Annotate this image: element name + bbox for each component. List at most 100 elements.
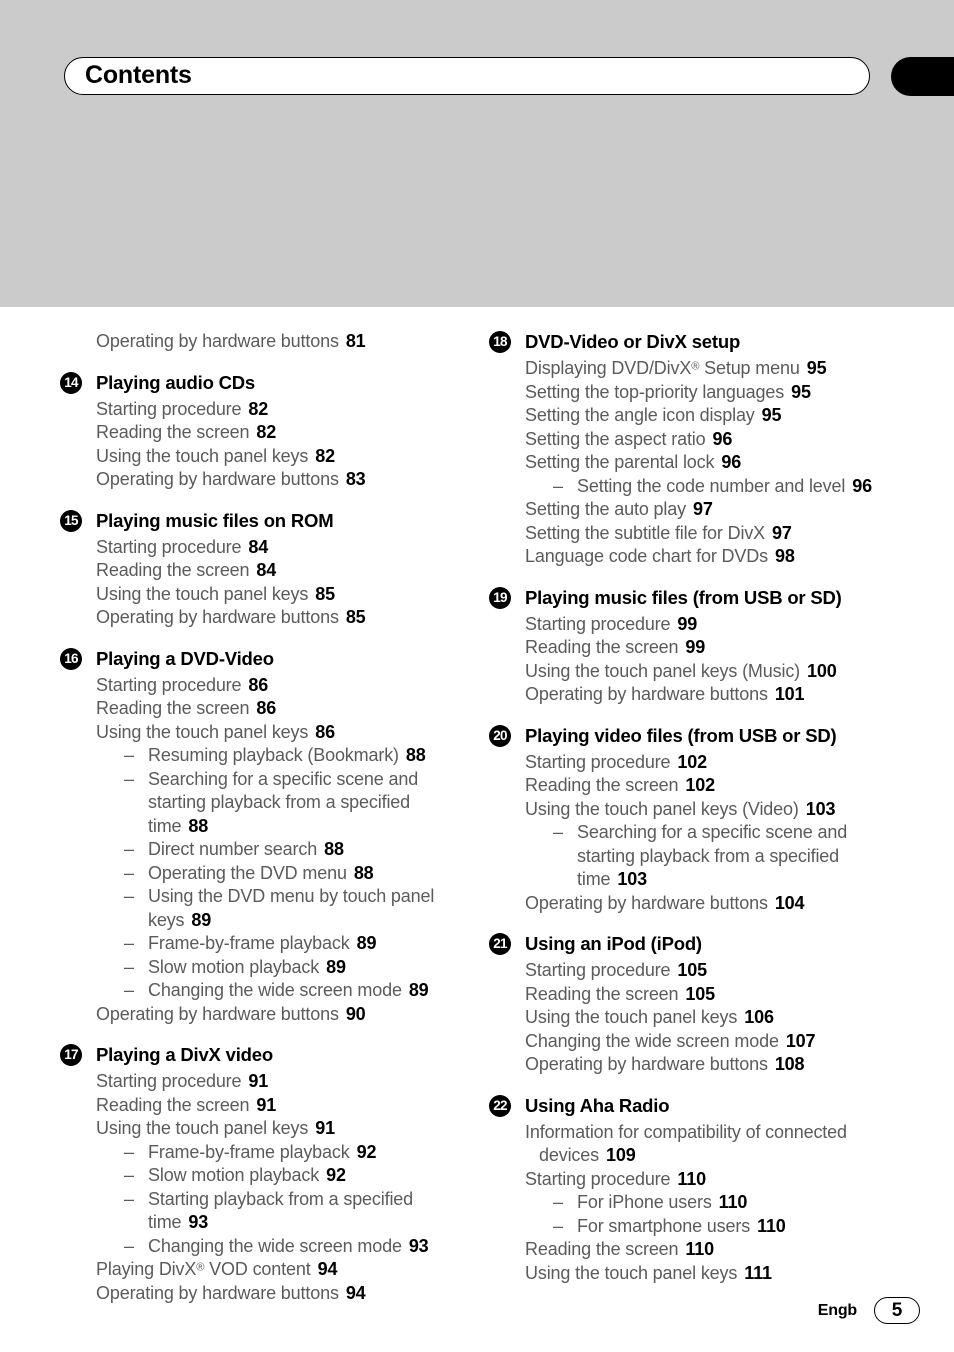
toc-entry[interactable]: Operating by hardware buttons 108 bbox=[525, 1053, 889, 1077]
toc-entry[interactable]: Language code chart for DVDs 98 bbox=[525, 545, 889, 569]
toc-entry[interactable]: Operating by hardware buttons 85 bbox=[96, 606, 460, 630]
toc-entry-label: Direct number search bbox=[148, 839, 318, 859]
toc-subentry[interactable]: – Changing the wide screen mode 89 bbox=[124, 979, 460, 1003]
toc-entry[interactable]: Starting procedure 110 bbox=[525, 1168, 889, 1192]
toc-entry[interactable]: Setting the subtitle file for DivX 97 bbox=[525, 522, 889, 546]
toc-entry[interactable]: Operating by hardware buttons 83 bbox=[96, 468, 460, 492]
toc-entry-label: Reading the screen bbox=[96, 422, 250, 442]
toc-subentry[interactable]: – Using the DVD menu by touch panel keys 8… bbox=[124, 885, 460, 932]
toc-subentry[interactable]: – Slow motion playback 92 bbox=[124, 1164, 460, 1188]
toc-entry-page-number: 93 bbox=[188, 1212, 209, 1232]
toc-subentry[interactable]: – Direct number search 88 bbox=[124, 838, 460, 862]
toc-section-header[interactable]: 15 Playing music files on ROM bbox=[60, 509, 460, 534]
toc-entry[interactable]: Reading the screen 99 bbox=[525, 636, 889, 660]
toc-entry[interactable]: Reading the screen 84 bbox=[96, 559, 460, 583]
toc-entry[interactable]: Setting the aspect ratio 96 bbox=[525, 428, 889, 452]
toc-entry-label: Operating by hardware buttons bbox=[525, 684, 768, 704]
toc-entry[interactable]: Using the touch panel keys 86 bbox=[96, 721, 460, 745]
toc-entry-page-number: 110 bbox=[685, 1239, 714, 1259]
toc-entry[interactable]: Reading the screen 91 bbox=[96, 1094, 460, 1118]
toc-entry[interactable]: Using the touch panel keys 82 bbox=[96, 445, 460, 469]
toc-entry[interactable]: Displaying DVD/DivX® Setup menu 95 bbox=[525, 357, 889, 381]
toc-entry-page-number: 95 bbox=[761, 405, 782, 425]
toc-section-header[interactable]: 18 DVD-Video or DivX setup bbox=[489, 330, 889, 355]
toc-entry[interactable]: Playing DivX® VOD content 94 bbox=[96, 1258, 460, 1282]
toc-entry-page-number: 99 bbox=[685, 637, 706, 657]
toc-entry[interactable]: Using the touch panel keys 111 bbox=[525, 1262, 889, 1286]
toc-entry[interactable]: Changing the wide screen mode 107 bbox=[525, 1030, 889, 1054]
toc-section-header[interactable]: 19 Playing music files (from USB or SD) bbox=[489, 586, 889, 611]
toc-entry[interactable]: Using the touch panel keys 85 bbox=[96, 583, 460, 607]
toc-entry-page-number: 91 bbox=[248, 1071, 269, 1091]
toc-entry-page-number: 110 bbox=[757, 1215, 786, 1236]
toc-entry-label: Displaying DVD/DivX® Setup menu bbox=[525, 358, 800, 378]
toc-subentry[interactable]: – For smartphone users 110 bbox=[553, 1215, 889, 1239]
toc-section-title: DVD-Video or DivX setup bbox=[525, 331, 741, 352]
toc-entry[interactable]: Starting procedure 105 bbox=[525, 959, 889, 983]
toc-entry[interactable]: Using the touch panel keys (Video) 103 bbox=[525, 798, 889, 822]
toc-entry[interactable]: Reading the screen 105 bbox=[525, 983, 889, 1007]
toc-entry[interactable]: Setting the parental lock 96 bbox=[525, 451, 889, 475]
toc-entry[interactable]: Setting the auto play 97 bbox=[525, 498, 889, 522]
toc-entry[interactable]: Using the touch panel keys (Music) 100 bbox=[525, 660, 889, 684]
toc-entry[interactable]: Starting procedure 102 bbox=[525, 751, 889, 775]
toc-entry-page-number: 86 bbox=[256, 698, 277, 718]
toc-entry-page-number: 90 bbox=[345, 1003, 366, 1024]
toc-entry[interactable]: Operating by hardware buttons 90 bbox=[96, 1003, 460, 1027]
toc-section-header[interactable]: 22 Using Aha Radio bbox=[489, 1094, 889, 1119]
toc-entry-page-number: 110 bbox=[718, 1192, 748, 1212]
toc-entry[interactable]: Operating by hardware buttons 104 bbox=[525, 892, 889, 916]
toc-entry[interactable]: Setting the top-priority languages 95 bbox=[525, 381, 889, 405]
toc-section-title: Playing a DVD-Video bbox=[96, 647, 274, 669]
toc-entry-label: Operating by hardware buttons bbox=[96, 1003, 339, 1024]
toc-section-header[interactable]: 14 Playing audio CDs bbox=[60, 371, 460, 396]
toc-subentry[interactable]: – Starting playback from a specified time… bbox=[124, 1188, 460, 1235]
toc-subentry[interactable]: – Slow motion playback 89 bbox=[124, 956, 460, 980]
dash-icon: – bbox=[124, 745, 134, 765]
dash-icon: – bbox=[124, 956, 134, 977]
toc-entry-label: Using the touch panel keys bbox=[96, 721, 309, 742]
toc-entry[interactable]: Starting procedure 84 bbox=[96, 536, 460, 560]
toc-entry[interactable]: Using the touch panel keys 91 bbox=[96, 1117, 460, 1141]
toc-entry-label: Changing the wide screen mode bbox=[525, 1030, 779, 1051]
toc-entry-page-number: 89 bbox=[408, 980, 429, 1000]
toc-subentry[interactable]: – Frame-by-frame playback 92 bbox=[124, 1141, 460, 1165]
toc-subentry[interactable]: – Resuming playback (Bookmark) 88 bbox=[124, 744, 460, 768]
toc-entry-page-number: 99 bbox=[677, 613, 698, 634]
toc-entry-page-number: 81 bbox=[345, 331, 366, 351]
toc-section-title: Playing audio CDs bbox=[96, 371, 256, 393]
toc-entry[interactable]: Reading the screen 110 bbox=[525, 1238, 889, 1262]
toc-entry[interactable]: Setting the angle icon display 95 bbox=[525, 404, 889, 428]
toc-entry-label: Information for compatibility of connect… bbox=[525, 1121, 847, 1166]
toc-entry[interactable]: Starting procedure 86 bbox=[96, 674, 460, 698]
toc-entry-label: Setting the top-priority languages bbox=[525, 381, 785, 402]
toc-section-header[interactable]: 16 Playing a DVD-Video bbox=[60, 647, 460, 672]
toc-entry[interactable]: Reading the screen 82 bbox=[96, 421, 460, 445]
toc-subentry[interactable]: – Operating the DVD menu 88 bbox=[124, 862, 460, 886]
toc-entry[interactable]: Starting procedure 91 bbox=[96, 1070, 460, 1094]
toc-section-header[interactable]: 20 Playing video files (from USB or SD) bbox=[489, 724, 889, 749]
toc-subentry[interactable]: – Setting the code number and level 96 bbox=[553, 475, 889, 499]
toc-entry[interactable]: Information for compatibility of connect… bbox=[525, 1121, 889, 1168]
toc-section-header[interactable]: 17 Playing a DivX video bbox=[60, 1043, 460, 1068]
toc-subentry[interactable]: – Searching for a specific scene and star… bbox=[553, 821, 889, 892]
toc-subentry[interactable]: – Searching for a specific scene and star… bbox=[124, 768, 460, 839]
toc-entry-label: Starting procedure bbox=[96, 536, 242, 557]
toc-entry-page-number: 91 bbox=[256, 1094, 277, 1115]
toc-subentry[interactable]: – Changing the wide screen mode 93 bbox=[124, 1235, 460, 1259]
toc-section-header[interactable]: 21 Using an iPod (iPod) bbox=[489, 932, 889, 957]
toc-entry-page-number: 84 bbox=[248, 536, 269, 557]
toc-entry[interactable]: Reading the screen 86 bbox=[96, 697, 460, 721]
toc-entry[interactable]: Starting procedure 99 bbox=[525, 613, 889, 637]
toc-subentry[interactable]: – For iPhone users 110 bbox=[553, 1191, 889, 1215]
toc-entry[interactable]: Operating by hardware buttons 81 bbox=[96, 330, 460, 354]
toc-section: 17 Playing a DivX video Starting procedure… bbox=[60, 1043, 460, 1305]
toc-entry[interactable]: Using the touch panel keys 106 bbox=[525, 1006, 889, 1030]
toc-entry[interactable]: Operating by hardware buttons 101 bbox=[525, 683, 889, 707]
toc-entry[interactable]: Starting procedure 82 bbox=[96, 398, 460, 422]
toc-entry-page-number: 104 bbox=[774, 892, 805, 913]
toc-entry[interactable]: Operating by hardware buttons 94 bbox=[96, 1282, 460, 1306]
toc-subentry[interactable]: – Frame-by-frame playback 89 bbox=[124, 932, 460, 956]
toc-entry-label: Using the touch panel keys bbox=[96, 445, 309, 466]
toc-entry[interactable]: Reading the screen 102 bbox=[525, 774, 889, 798]
